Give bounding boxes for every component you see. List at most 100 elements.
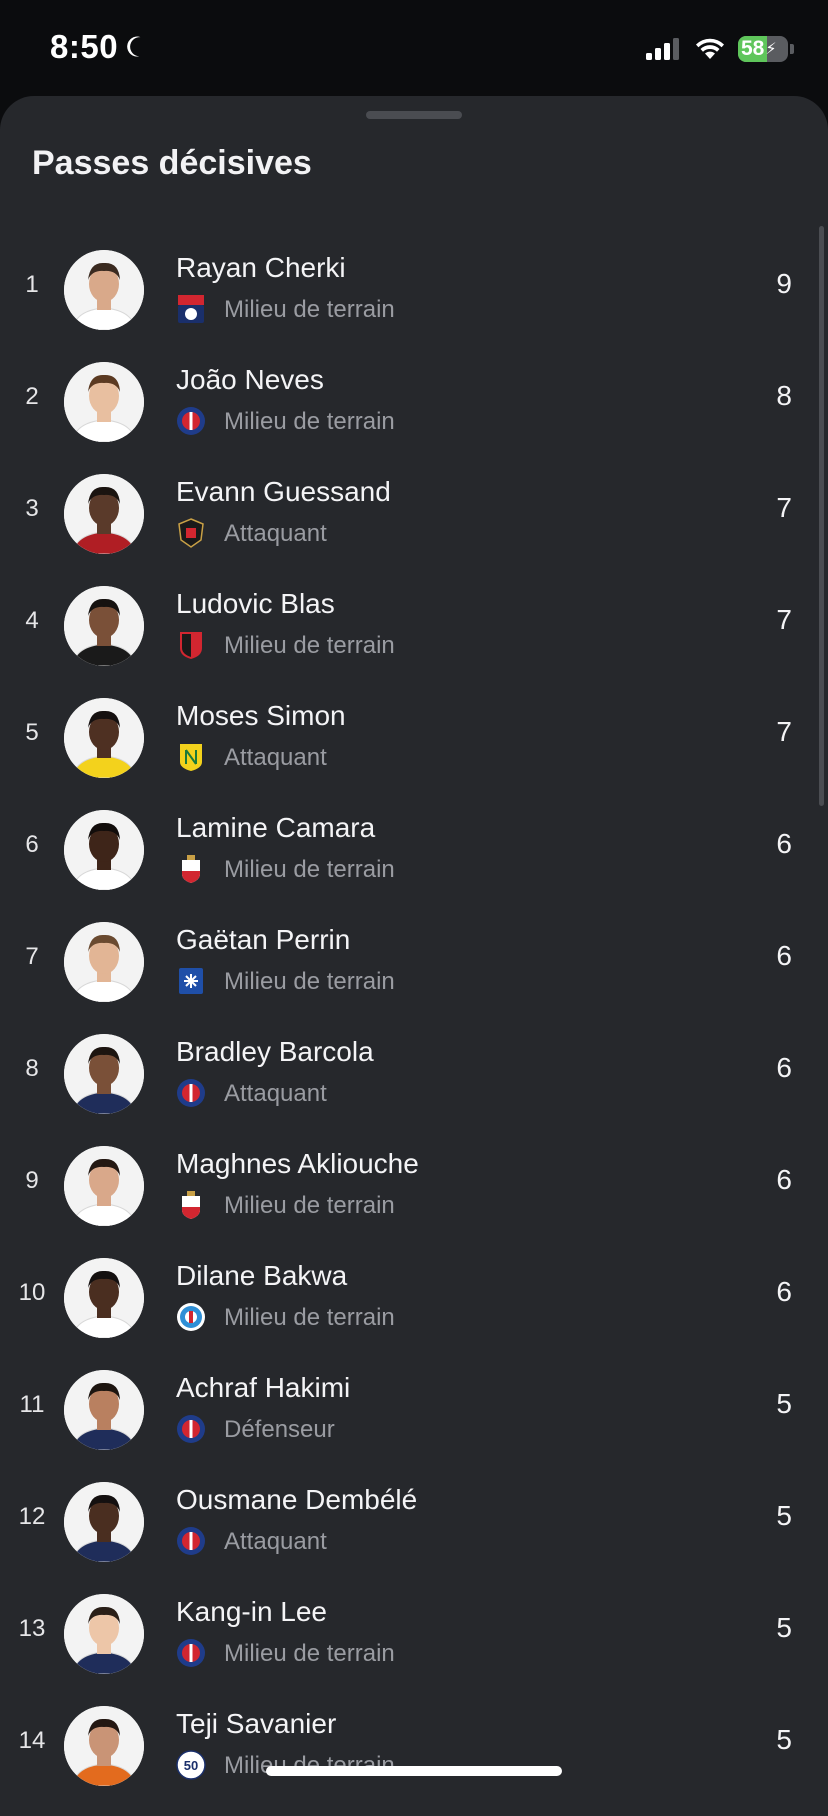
monaco-badge-icon [176, 1190, 206, 1220]
rennes-badge-icon [176, 630, 206, 660]
assists-value: 5 [776, 1612, 792, 1643]
monaco-badge-icon [176, 854, 206, 884]
home-indicator[interactable] [266, 1766, 562, 1776]
nice-badge-icon [176, 518, 206, 548]
player-row-5[interactable]: 5 Moses Simon Attaquant 7 [0, 682, 828, 794]
player-rank: 9 [25, 1167, 39, 1194]
strasbourg-badge-icon [176, 1302, 206, 1332]
assists-value: 6 [776, 1052, 792, 1083]
player-name: Teji Savanier [176, 1708, 337, 1739]
player-rank: 13 [18, 1615, 46, 1642]
player-name: Ludovic Blas [176, 588, 335, 619]
player-position: Attaquant [224, 1528, 327, 1555]
cellular-signal-icon [646, 38, 679, 60]
psg-badge-icon [176, 1638, 206, 1668]
charging-bolt-icon: ⚡ [765, 41, 777, 58]
assists-value: 6 [776, 940, 792, 971]
status-time-text: 8:50 [50, 28, 119, 65]
assists-value: 7 [776, 492, 792, 523]
assists-ranking-list: 1 Rayan Cherki Milieu de terrain 9 2 Joã… [0, 234, 828, 1802]
player-rank: 11 [19, 1391, 45, 1418]
assists-value: 6 [776, 1164, 792, 1195]
player-row-11[interactable]: 11 Achraf Hakimi Défenseur 5 [0, 1354, 828, 1466]
player-avatar [64, 1706, 144, 1786]
nantes-badge-icon [176, 742, 206, 772]
player-rank: 8 [25, 1055, 39, 1082]
player-name: Rayan Cherki [176, 252, 346, 283]
status-bar: 8:50 58 ⚡ [0, 0, 828, 96]
player-row-10[interactable]: 10 Dilane Bakwa Milieu de terrain 6 [0, 1242, 828, 1354]
battery-cap [790, 44, 794, 54]
assists-value: 5 [776, 1724, 792, 1755]
player-row-2[interactable]: 2 João Neves Milieu de terrain 8 [0, 346, 828, 458]
psg-badge-icon [176, 1078, 206, 1108]
montpellier-badge-icon: 50 [176, 1750, 206, 1780]
player-row-12[interactable]: 12 Ousmane Dembélé Attaquant 5 [0, 1466, 828, 1578]
status-time: 8:50 [50, 28, 152, 66]
auxerre-badge-icon [176, 966, 206, 996]
player-avatar [64, 362, 144, 442]
player-avatar [64, 1370, 144, 1450]
player-row-7[interactable]: 7 Gaëtan Perrin Milieu de terrain 6 [0, 906, 828, 1018]
player-row-8[interactable]: 8 Bradley Barcola Attaquant 6 [0, 1018, 828, 1130]
sheet-grabber-handle[interactable] [366, 111, 462, 119]
player-rank: 7 [25, 943, 39, 970]
player-position: Attaquant [224, 520, 327, 547]
moon-icon [127, 36, 141, 57]
player-row-14[interactable]: 14 Teji Savanier 50 Milieu de terrain 5 [0, 1690, 828, 1802]
player-position: Milieu de terrain [224, 856, 395, 883]
lyon-badge-icon [176, 294, 206, 324]
player-rank: 12 [18, 1503, 46, 1530]
assists-value: 5 [776, 1500, 792, 1531]
player-name: João Neves [176, 364, 324, 395]
player-name: Evann Guessand [176, 476, 391, 507]
player-row-4[interactable]: 4 Ludovic Blas Milieu de terrain 7 [0, 570, 828, 682]
player-name: Dilane Bakwa [176, 1260, 348, 1291]
sheet-title: Passes décisives [32, 144, 312, 182]
assists-value: 8 [776, 380, 792, 411]
player-name: Gaëtan Perrin [176, 924, 351, 955]
player-row-3[interactable]: 3 Evann Guessand Attaquant 7 [0, 458, 828, 570]
player-rank: 6 [25, 831, 39, 858]
player-avatar [64, 586, 144, 666]
battery-indicator: 58 ⚡ [738, 36, 788, 62]
player-position: Milieu de terrain [224, 1304, 395, 1331]
assists-value: 6 [776, 1276, 792, 1307]
player-rank: 4 [25, 607, 39, 634]
bottom-sheet: Passes décisives 1 Rayan Cherki Milieu d… [0, 96, 828, 1816]
player-avatar [64, 250, 144, 330]
player-rank: 14 [18, 1727, 46, 1754]
player-name: Maghnes Akliouche [176, 1148, 419, 1179]
player-rank: 1 [25, 271, 39, 298]
player-rank: 5 [25, 719, 39, 746]
player-position: Attaquant [224, 744, 327, 771]
assists-value: 5 [776, 1388, 792, 1419]
player-name: Bradley Barcola [176, 1036, 374, 1067]
player-name: Lamine Camara [176, 812, 376, 843]
player-avatar [64, 1258, 144, 1338]
player-rank: 3 [25, 495, 39, 522]
psg-badge-icon [176, 406, 206, 436]
player-name: Kang-in Lee [176, 1596, 328, 1627]
player-row-1[interactable]: 1 Rayan Cherki Milieu de terrain 9 [0, 234, 828, 346]
player-position: Milieu de terrain [224, 296, 395, 323]
player-name: Ousmane Dembélé [176, 1484, 418, 1515]
player-avatar [64, 474, 144, 554]
player-row-13[interactable]: 13 Kang-in Lee Milieu de terrain 5 [0, 1578, 828, 1690]
assists-value: 9 [776, 268, 792, 299]
player-avatar [64, 698, 144, 778]
player-position: Milieu de terrain [224, 1640, 395, 1667]
assists-value: 7 [776, 604, 792, 635]
status-icons: 58 ⚡ [646, 36, 794, 62]
player-position: Milieu de terrain [224, 408, 395, 435]
battery-level: 58 [741, 37, 765, 60]
player-row-6[interactable]: 6 Lamine Camara Milieu de terrain 6 [0, 794, 828, 906]
player-avatar [64, 1594, 144, 1674]
player-rank: 10 [18, 1279, 46, 1306]
player-avatar [64, 1482, 144, 1562]
player-position: Milieu de terrain [224, 1192, 395, 1219]
assists-value: 7 [776, 716, 792, 747]
player-row-9[interactable]: 9 Maghnes Akliouche Milieu de terrain 6 [0, 1130, 828, 1242]
player-position: Milieu de terrain [224, 968, 395, 995]
psg-badge-icon [176, 1526, 206, 1556]
